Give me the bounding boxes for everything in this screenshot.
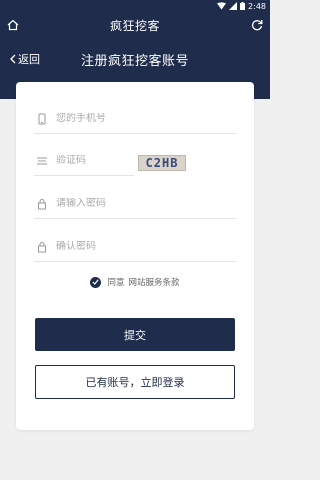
lock-icon (38, 198, 46, 209)
battery-icon (240, 2, 246, 10)
confirm-password-field[interactable] (34, 232, 236, 262)
status-bar: 2:48 (0, 0, 270, 12)
app-bar: 疯狂挖客 (0, 12, 270, 39)
captcha-field[interactable] (34, 146, 134, 176)
status-time: 2:48 (248, 1, 266, 11)
login-button[interactable]: 已有账号，立即登录 (35, 365, 235, 399)
captcha-image[interactable]: C2HB (138, 155, 186, 171)
app-title: 疯狂挖客 (109, 19, 160, 33)
agree-checkbox[interactable] (90, 276, 102, 288)
check-icon (92, 279, 100, 285)
confirm-password-input[interactable] (56, 241, 236, 252)
lock-icon (38, 241, 46, 252)
password-input[interactable] (56, 198, 236, 209)
home-icon[interactable] (6, 18, 20, 32)
wifi-icon (217, 2, 227, 10)
submit-button[interactable]: 提交 (35, 318, 235, 351)
phone-field[interactable] (34, 104, 236, 134)
phone-icon (38, 113, 46, 124)
refresh-icon[interactable] (250, 18, 264, 32)
phone-input[interactable] (56, 113, 236, 124)
agree-label: 同意 (107, 278, 125, 288)
register-card: C2HB 同意 网站服务条款 提交 已有账号，立即登录 (16, 82, 254, 430)
page-title: 注册疯狂挖客账号 (80, 54, 189, 69)
password-field[interactable] (34, 189, 236, 219)
captcha-icon (37, 157, 47, 164)
signal-icon (229, 2, 238, 10)
captcha-input[interactable] (56, 155, 134, 166)
agree-row: 同意 网站服务条款 (16, 275, 254, 289)
terms-link[interactable]: 网站服务条款 (129, 276, 180, 288)
